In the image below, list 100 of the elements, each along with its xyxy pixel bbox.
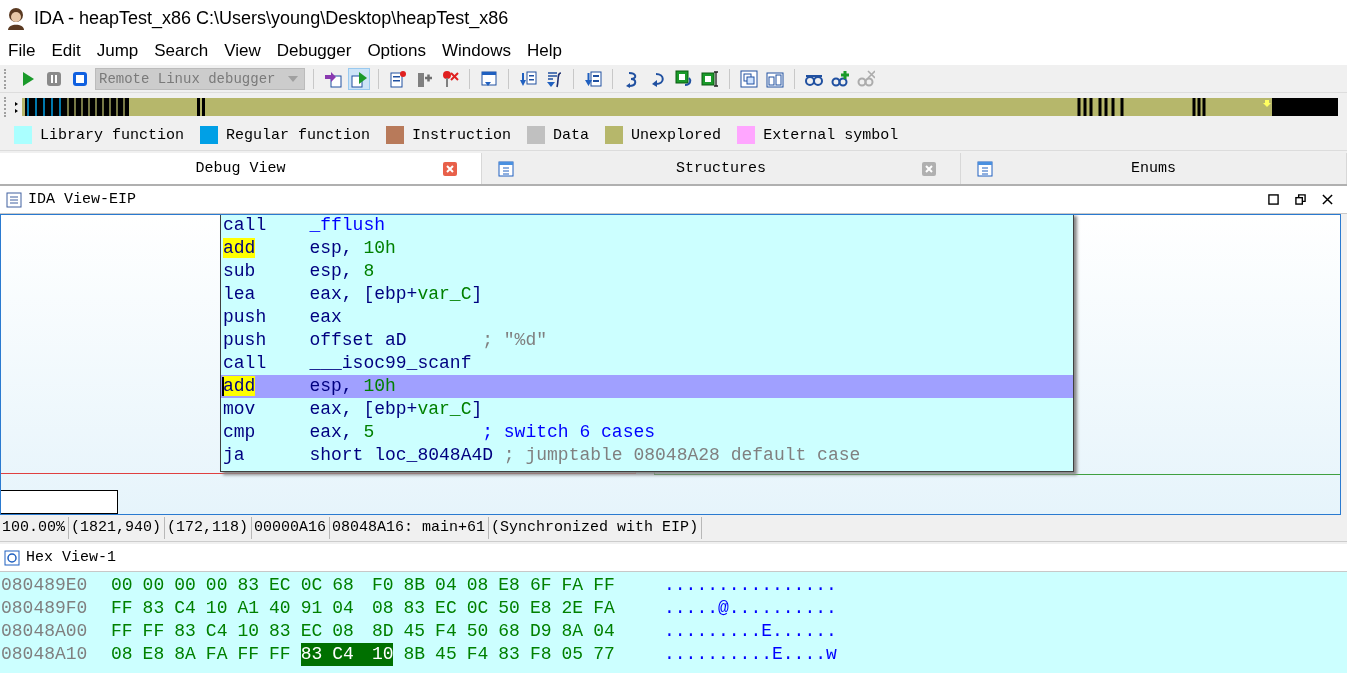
hex-byte: A1 — [237, 597, 260, 620]
pin-cross-icon — [441, 69, 459, 88]
hex-byte: 68 — [498, 620, 520, 643]
menu-item[interactable]: Options — [367, 40, 426, 61]
hex-byte: 08 — [111, 643, 133, 666]
hex-byte: 00 — [111, 574, 133, 597]
hex-byte: 77 — [593, 643, 615, 666]
menu-item[interactable]: Windows — [441, 40, 511, 61]
menu-item[interactable]: File — [8, 40, 36, 61]
mnemonic: lea — [223, 284, 256, 304]
hex-byte: 83 — [269, 620, 291, 643]
hex-byte: 05 — [561, 643, 584, 666]
hex-byte: 00 — [142, 574, 165, 597]
hex-byte: E8 — [529, 597, 552, 620]
tab[interactable]: Debug View — [0, 153, 482, 184]
hex-byte: 45 — [403, 620, 426, 643]
hex-byte: FF — [142, 620, 165, 643]
hex-byte: 45 — [435, 643, 457, 666]
menu-item[interactable]: Edit — [51, 40, 81, 61]
hex-byte: 83 — [237, 574, 260, 597]
code-line[interactable]: add esp, 10h — [221, 237, 1073, 260]
hex-byte: 00 — [174, 574, 196, 597]
code-line[interactable]: mov eax, [ebp+var_C] — [221, 398, 1073, 421]
restore-icon[interactable] — [1295, 194, 1306, 205]
hex-byte: FF — [269, 643, 291, 666]
mnemonic: call — [223, 353, 267, 373]
operands: eax — [309, 306, 343, 329]
hex-byte: EC — [269, 574, 291, 597]
hex-byte: 00 — [205, 574, 228, 597]
mnemonic: push — [223, 307, 267, 327]
hex-byte: 6F — [529, 574, 552, 597]
code-comment: ; switch 6 cases — [482, 421, 656, 444]
status-field: (172,118) — [165, 517, 253, 539]
legend-label: Instruction — [412, 126, 512, 144]
box-cursor-icon — [701, 69, 719, 88]
hex-byte: 0C — [300, 574, 323, 597]
hex-byte: C4 — [332, 643, 364, 666]
code-line[interactable]: lea eax, [ebp+var_C] — [221, 283, 1073, 306]
panel-title: Hex View-1 — [26, 549, 116, 566]
hex-byte: 08 — [332, 620, 354, 643]
stop-icon — [71, 69, 89, 88]
close-icon[interactable] — [1322, 194, 1333, 205]
mnemonic: cmp — [223, 422, 256, 442]
menu-item[interactable]: View — [224, 40, 261, 61]
function-arrow-icon — [545, 69, 563, 88]
hex-ascii: ................ — [664, 574, 837, 597]
hex-byte: 83 — [174, 620, 196, 643]
navigation-band[interactable] — [13, 96, 1338, 117]
list-arrow-icon — [519, 69, 537, 88]
operands: eax, [ebp+var_C] — [309, 398, 484, 421]
hex-ascii: .........E...... — [664, 620, 837, 643]
operands: short loc_8048A4D — [309, 444, 495, 467]
pause-icon — [45, 69, 63, 88]
mnemonic: sub — [223, 261, 256, 281]
menu-item[interactable]: Search — [154, 40, 209, 61]
maximize-icon[interactable] — [1268, 194, 1279, 205]
hex-byte: 2E — [561, 597, 584, 620]
code-line[interactable]: push offset aD ; "%d" — [221, 329, 1073, 352]
legend-label: Library function — [40, 126, 185, 144]
mnemonic: add — [223, 376, 256, 396]
hex-byte: 8D — [371, 620, 394, 643]
code-line[interactable]: call ___isoc99_scanf — [221, 352, 1073, 375]
hex-byte: F4 — [466, 643, 489, 666]
hex-byte: 8A — [561, 620, 584, 643]
code-line[interactable]: sub esp, 8 — [221, 260, 1073, 283]
hex-byte: 40 — [269, 597, 291, 620]
window-title: IDA - heapTest_x86 C:\Users\young\Desktop\heapTest_x86 — [34, 7, 509, 29]
mnemonic: ja — [223, 445, 245, 465]
hex-byte: FA — [205, 643, 228, 666]
overlapping-windows-button[interactable] — [738, 67, 760, 90]
hex-byte: 04 — [332, 597, 354, 620]
menu-item[interactable]: Debugger — [276, 40, 352, 61]
hex-byte: C4 — [205, 620, 228, 643]
operands: _fflush — [309, 215, 387, 237]
hex-ascii: ..........E....w — [664, 643, 837, 666]
box-arrow-icon — [675, 69, 693, 88]
code-line[interactable]: cmp eax, 5 ; switch 6 cases — [221, 421, 1073, 444]
document-play-button[interactable] — [348, 67, 370, 90]
status-field: (Synchronized with EIP) — [489, 517, 703, 539]
code-line[interactable]: call _fflush — [221, 215, 1073, 237]
hex-byte: E8 — [142, 643, 165, 666]
menu-item[interactable]: Help — [526, 40, 562, 61]
hex-byte: FF — [111, 597, 133, 620]
code-line[interactable]: push eax — [221, 306, 1073, 329]
hex-byte: C4 — [174, 597, 196, 620]
code-line[interactable]: ja short loc_8048A4D ; jumptable 08048A28 default case — [221, 444, 1073, 467]
legend-label: Unexplored — [631, 126, 722, 144]
hex-byte: F8 — [529, 643, 552, 666]
hex-byte: 10 — [237, 620, 260, 643]
menu-item[interactable]: Jump — [96, 40, 139, 61]
hex-byte: E8 — [498, 574, 520, 597]
operands: eax, [ebp+var_C] — [309, 283, 484, 306]
stack-arrow-icon — [584, 69, 602, 88]
hex-view-icon — [4, 549, 20, 566]
hex-byte: FF — [111, 620, 133, 643]
hex-byte: 10 — [363, 643, 394, 666]
hex-byte: D9 — [529, 620, 552, 643]
status-field: 100.00% — [0, 517, 69, 539]
hex-byte: FF — [237, 643, 260, 666]
hex-byte: F0 — [371, 574, 394, 597]
